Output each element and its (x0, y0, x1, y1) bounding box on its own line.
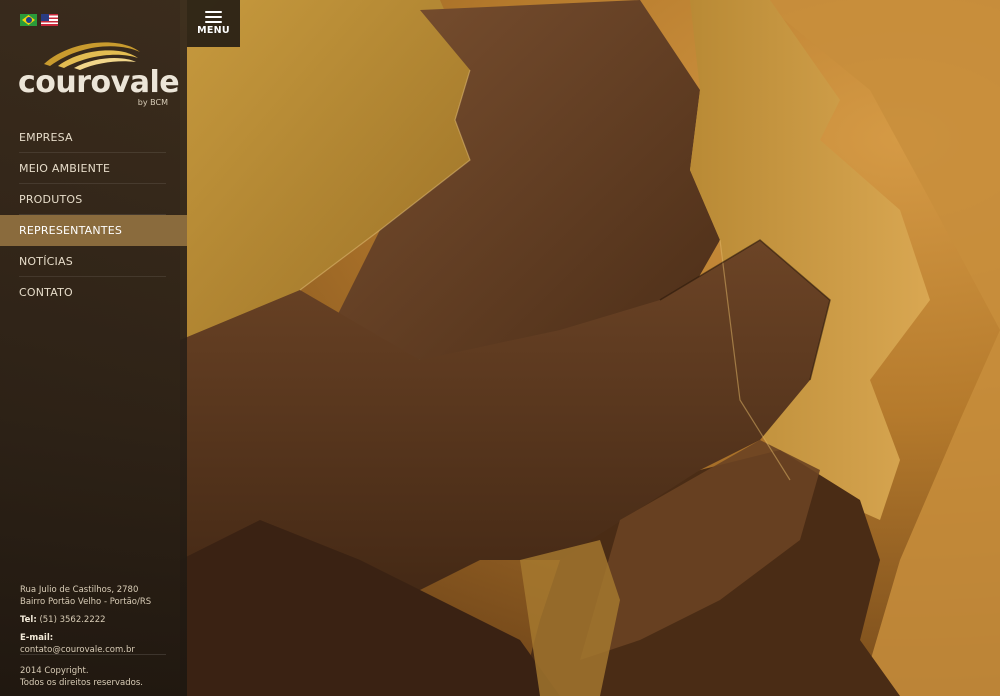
email-label: E-mail: (20, 633, 54, 643)
nav-item-contato[interactable]: CONTATO (0, 277, 187, 308)
menu-toggle-label: MENU (197, 25, 230, 36)
copyright-line-2: Todos os direitos reservados. (20, 678, 143, 688)
address-line-2: Bairro Portão Velho - Portão/RS (20, 597, 152, 607)
flag-usa-icon[interactable] (41, 14, 58, 26)
menu-toggle-button[interactable]: MENU (187, 0, 240, 47)
main-nav: EMPRESA MEIO AMBIENTE PRODUTOS REPRESENT… (0, 122, 187, 308)
nav-item-representantes[interactable]: REPRESENTANTES (0, 215, 187, 246)
logo-tagline: by BCM (137, 98, 168, 107)
phone-label: Tel: (20, 615, 37, 625)
footer-divider (20, 654, 166, 655)
contact-info: Rua Julio de Castilhos, 2780 Bairro Port… (20, 584, 170, 656)
sidebar: courovale by BCM EMPRESA MEIO AMBIENTE P… (0, 0, 187, 696)
nav-item-meio-ambiente[interactable]: MEIO AMBIENTE (0, 153, 187, 184)
logo-wordmark: courovale (18, 65, 180, 100)
nav-item-empresa[interactable]: EMPRESA (0, 122, 187, 153)
email-row: E-mail: contato@courovale.com.br (20, 632, 170, 656)
phone-row: Tel: (51) 3562.2222 (20, 614, 170, 626)
address-line-1: Rua Julio de Castilhos, 2780 (20, 585, 139, 595)
nav-item-produtos[interactable]: PRODUTOS (0, 184, 187, 215)
brand-logo[interactable]: courovale by BCM (18, 38, 180, 110)
language-switcher (20, 14, 58, 26)
phone-number: (51) 3562.2222 (39, 615, 106, 625)
flag-brazil-icon[interactable] (20, 14, 37, 26)
copyright-line-1: 2014 Copyright. (20, 666, 89, 676)
hamburger-icon (205, 11, 222, 26)
copyright: 2014 Copyright. Todos os direitos reserv… (20, 665, 143, 689)
nav-item-noticias[interactable]: NOTÍCIAS (0, 246, 187, 277)
